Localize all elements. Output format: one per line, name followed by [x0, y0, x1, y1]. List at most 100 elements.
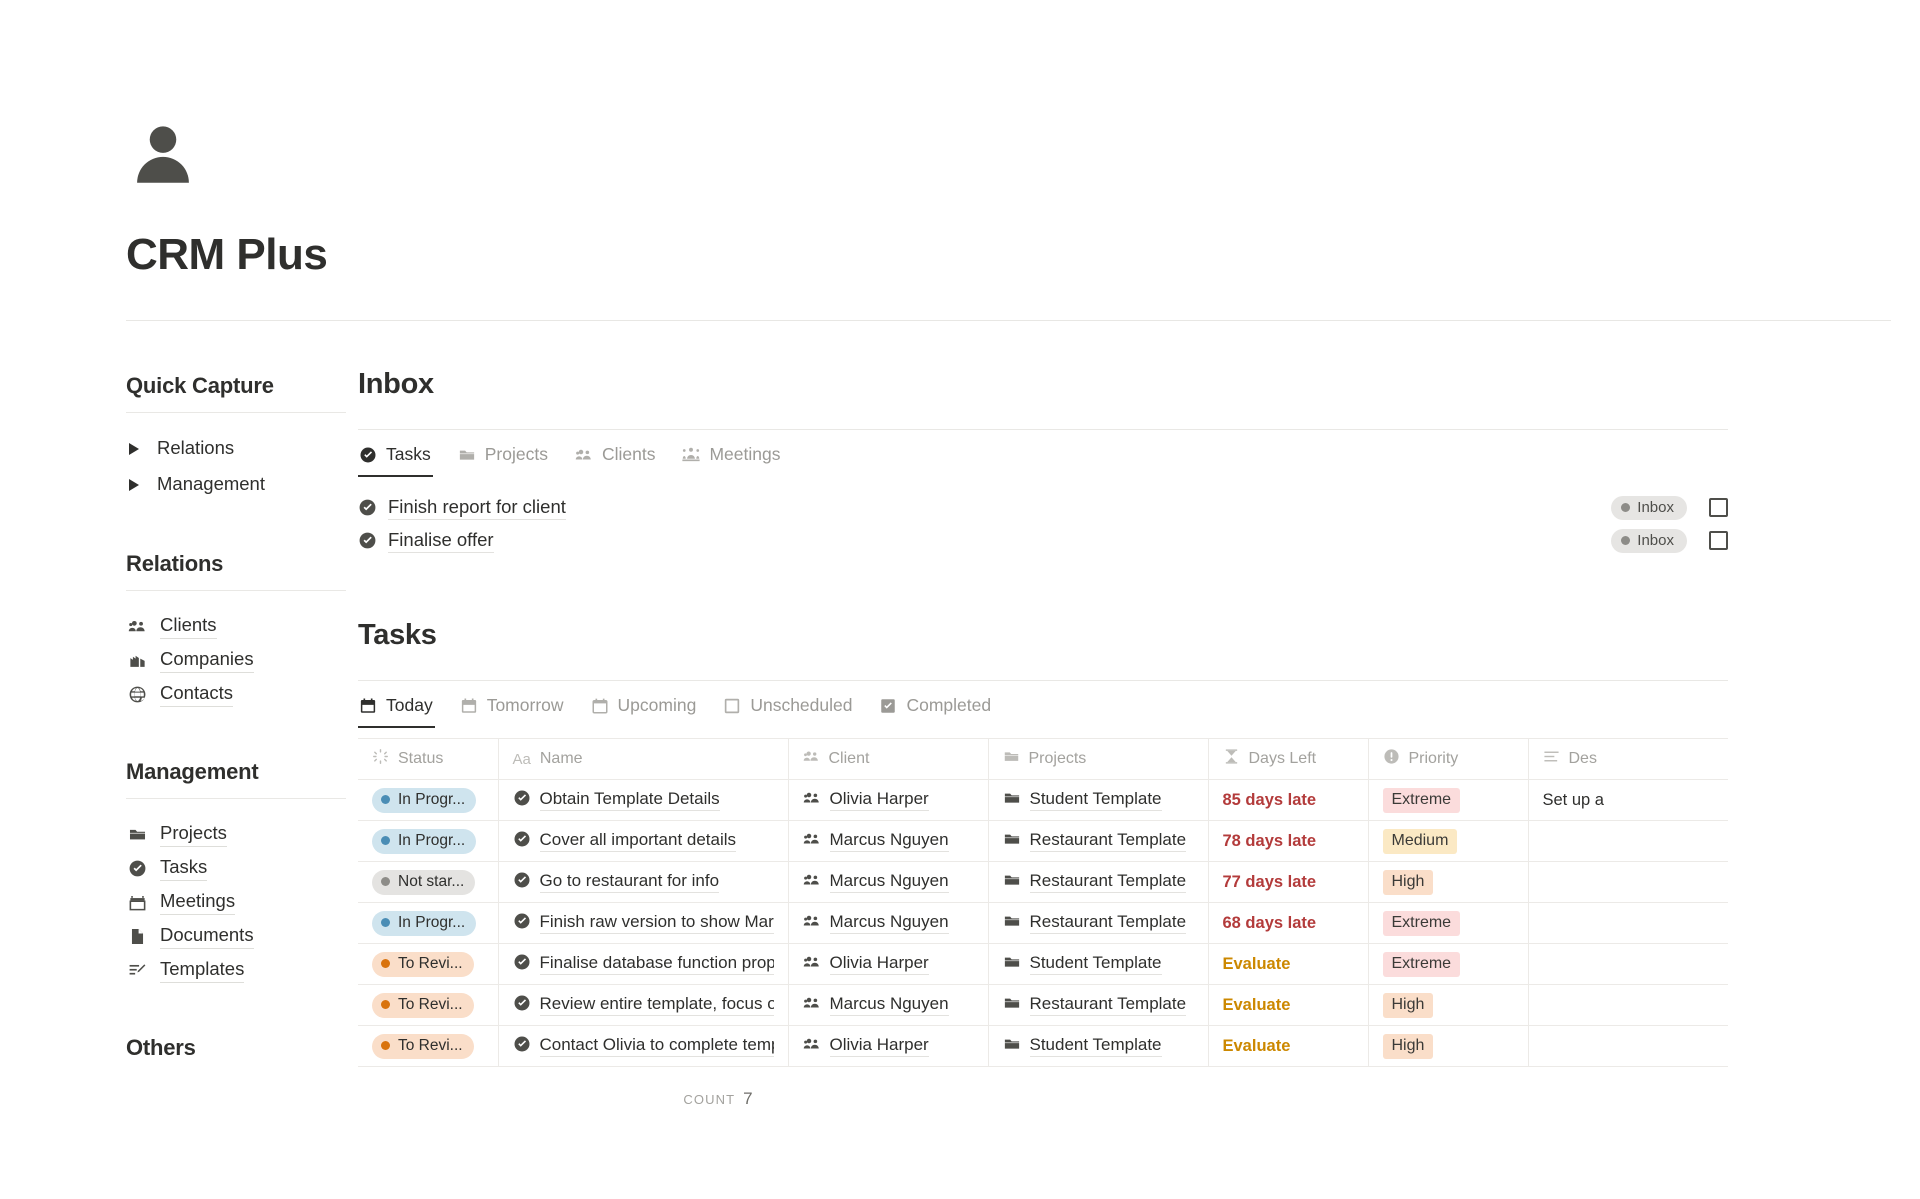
column-header-days-left[interactable]: Days Left: [1208, 739, 1368, 780]
cell-projects[interactable]: Student Template: [988, 944, 1208, 985]
inbox-row-checkbox[interactable]: [1709, 498, 1728, 517]
table-row[interactable]: Not star... Go to restaurant for info Ma…: [358, 862, 1728, 903]
inbox-row[interactable]: Finish report for client Inbox: [358, 491, 1728, 524]
cell-description[interactable]: [1528, 821, 1728, 862]
task-name-link[interactable]: Review entire template, focus on: [540, 994, 774, 1016]
client-link[interactable]: Marcus Nguyen: [830, 871, 949, 893]
cell-projects[interactable]: Student Template: [988, 1026, 1208, 1067]
cell-days-left[interactable]: Evaluate: [1208, 944, 1368, 985]
sidebar-item-clients[interactable]: Clients: [126, 609, 330, 643]
tab-upcoming[interactable]: Upcoming: [590, 681, 711, 728]
cell-projects[interactable]: Restaurant Template: [988, 903, 1208, 944]
cell-priority[interactable]: High: [1368, 1026, 1528, 1067]
cell-priority[interactable]: Extreme: [1368, 903, 1528, 944]
status-badge[interactable]: Inbox: [1611, 529, 1687, 553]
column-header-description[interactable]: Des: [1528, 739, 1728, 780]
cell-name[interactable]: Obtain Template Details: [498, 780, 788, 821]
cell-status[interactable]: In Progr...: [358, 903, 498, 944]
cell-description[interactable]: [1528, 862, 1728, 903]
sidebar-item-projects[interactable]: Projects: [126, 817, 330, 851]
task-name-link[interactable]: Go to restaurant for info: [540, 871, 720, 893]
cell-projects[interactable]: Restaurant Template: [988, 985, 1208, 1026]
cell-name[interactable]: Cover all important details: [498, 821, 788, 862]
cell-description[interactable]: [1528, 985, 1728, 1026]
cell-client[interactable]: Olivia Harper: [788, 1026, 988, 1067]
cell-name[interactable]: Finish raw version to show Marc: [498, 903, 788, 944]
task-name-link[interactable]: Contact Olivia to complete templ: [540, 1035, 774, 1057]
sidebar-item-documents[interactable]: Documents: [126, 919, 330, 953]
cell-days-left[interactable]: 85 days late: [1208, 780, 1368, 821]
cell-description[interactable]: Set up a: [1528, 780, 1728, 821]
client-link[interactable]: Marcus Nguyen: [830, 830, 949, 852]
cell-days-left[interactable]: Evaluate: [1208, 985, 1368, 1026]
tab-today[interactable]: Today: [358, 681, 447, 728]
cell-description[interactable]: [1528, 1026, 1728, 1067]
project-link[interactable]: Restaurant Template: [1030, 871, 1187, 893]
inbox-item-name[interactable]: Finish report for client: [388, 496, 566, 520]
client-link[interactable]: Olivia Harper: [830, 789, 929, 811]
cell-priority[interactable]: High: [1368, 985, 1528, 1026]
cell-status[interactable]: To Revi...: [358, 1026, 498, 1067]
table-row[interactable]: In Progr... Cover all important details …: [358, 821, 1728, 862]
tab-completed[interactable]: Completed: [878, 681, 1005, 728]
cell-projects[interactable]: Restaurant Template: [988, 862, 1208, 903]
sidebar-item-contacts[interactable]: Contacts: [126, 677, 330, 711]
project-link[interactable]: Restaurant Template: [1030, 912, 1187, 934]
cell-days-left[interactable]: 68 days late: [1208, 903, 1368, 944]
cell-priority[interactable]: High: [1368, 862, 1528, 903]
tab-tomorrow[interactable]: Tomorrow: [459, 681, 578, 728]
project-link[interactable]: Restaurant Template: [1030, 830, 1187, 852]
client-link[interactable]: Marcus Nguyen: [830, 912, 949, 934]
cell-status[interactable]: Not star...: [358, 862, 498, 903]
table-row[interactable]: To Revi... Contact Olivia to complete te…: [358, 1026, 1728, 1067]
column-header-projects[interactable]: Projects: [988, 739, 1208, 780]
task-name-link[interactable]: Finish raw version to show Marc: [540, 912, 774, 934]
tab-unscheduled[interactable]: Unscheduled: [722, 681, 866, 728]
table-row[interactable]: To Revi... Finalise database function pr…: [358, 944, 1728, 985]
cell-name[interactable]: Contact Olivia to complete templ: [498, 1026, 788, 1067]
column-header-client[interactable]: Client: [788, 739, 988, 780]
sidebar-item-tasks[interactable]: Tasks: [126, 851, 330, 885]
cell-client[interactable]: Marcus Nguyen: [788, 862, 988, 903]
table-row[interactable]: To Revi... Review entire template, focus…: [358, 985, 1728, 1026]
cell-status[interactable]: In Progr...: [358, 780, 498, 821]
sidebar-item-companies[interactable]: Companies: [126, 643, 330, 677]
column-header-priority[interactable]: Priority: [1368, 739, 1528, 780]
cell-name[interactable]: Review entire template, focus on: [498, 985, 788, 1026]
cell-projects[interactable]: Restaurant Template: [988, 821, 1208, 862]
tab-inbox-meetings[interactable]: Meetings: [681, 430, 794, 477]
tab-inbox-projects[interactable]: Projects: [457, 430, 562, 477]
client-link[interactable]: Olivia Harper: [830, 1035, 929, 1057]
client-link[interactable]: Marcus Nguyen: [830, 994, 949, 1016]
cell-days-left[interactable]: 77 days late: [1208, 862, 1368, 903]
cell-description[interactable]: [1528, 903, 1728, 944]
cell-status[interactable]: To Revi...: [358, 944, 498, 985]
inbox-row-checkbox[interactable]: [1709, 531, 1728, 550]
cell-status[interactable]: In Progr...: [358, 821, 498, 862]
table-row[interactable]: In Progr... Finish raw version to show M…: [358, 903, 1728, 944]
project-link[interactable]: Student Template: [1030, 953, 1162, 975]
cell-status[interactable]: To Revi...: [358, 985, 498, 1026]
cell-priority[interactable]: Extreme: [1368, 944, 1528, 985]
sidebar-item-management-toggle[interactable]: Management: [126, 467, 330, 503]
project-link[interactable]: Student Template: [1030, 789, 1162, 811]
tab-inbox-tasks[interactable]: Tasks: [358, 430, 445, 477]
column-header-name[interactable]: Aa Name: [498, 739, 788, 780]
cell-client[interactable]: Marcus Nguyen: [788, 985, 988, 1026]
project-link[interactable]: Restaurant Template: [1030, 994, 1187, 1016]
cell-projects[interactable]: Student Template: [988, 780, 1208, 821]
cell-priority[interactable]: Medium: [1368, 821, 1528, 862]
sidebar-item-meetings[interactable]: Meetings: [126, 885, 330, 919]
cell-name[interactable]: Finalise database function prope: [498, 944, 788, 985]
cell-name[interactable]: Go to restaurant for info: [498, 862, 788, 903]
sidebar-item-relations-toggle[interactable]: Relations: [126, 431, 330, 467]
inbox-item-name[interactable]: Finalise offer: [388, 529, 494, 553]
column-header-status[interactable]: Status: [358, 739, 498, 780]
client-link[interactable]: Olivia Harper: [830, 953, 929, 975]
task-name-link[interactable]: Finalise database function prope: [540, 953, 774, 975]
sidebar-item-templates[interactable]: Templates: [126, 953, 330, 987]
project-link[interactable]: Student Template: [1030, 1035, 1162, 1057]
cell-client[interactable]: Marcus Nguyen: [788, 821, 988, 862]
cell-priority[interactable]: Extreme: [1368, 780, 1528, 821]
table-row[interactable]: In Progr... Obtain Template Details Oliv…: [358, 780, 1728, 821]
